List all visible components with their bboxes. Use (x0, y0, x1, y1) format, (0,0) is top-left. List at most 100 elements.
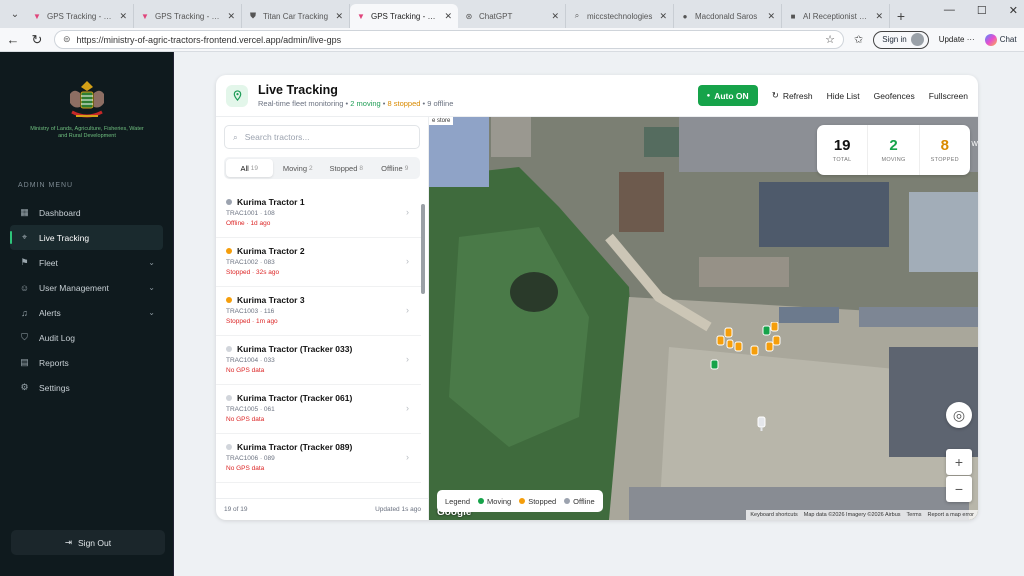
sidebar-item-alerts[interactable]: ♫ Alerts ⌄ (10, 300, 163, 325)
list-item[interactable]: Kurima Tractor (Tracker 061) TRAC1005 · 0… (216, 385, 421, 434)
chevron-right-icon: › (406, 305, 409, 315)
copilot-chat-button[interactable]: Chat (984, 33, 1017, 46)
legend-dot (519, 498, 526, 504)
filter-tab-moving[interactable]: Moving 2 (275, 159, 322, 177)
list-item[interactable]: Kurima Tractor 2 TRAC1002 · 083 Stopped · … (216, 238, 421, 287)
new-tab-button[interactable]: + (890, 8, 912, 24)
location-pin-icon (226, 84, 248, 107)
list-item[interactable]: Kurima Tractor (Tracker 089) TRAC1006 · 0… (216, 434, 421, 483)
tractor-status: Stopped · 32s ago (226, 269, 280, 276)
close-tab-icon[interactable]: ✕ (119, 11, 127, 22)
sign-out-button[interactable]: ⇥ Sign Out (11, 530, 165, 555)
close-tab-icon[interactable]: ✕ (875, 11, 883, 22)
address-bar-row: ← ↻ ⊜ https://ministry-of-agric-tractors… (0, 28, 1024, 52)
list-footer: 19 of 19 Updated 1s ago (216, 498, 429, 520)
sign-out-label: Sign Out (78, 537, 112, 548)
tab-title: miccstechnologies (587, 11, 653, 21)
auto-refresh-toggle[interactable]: ● Auto ON (697, 85, 758, 106)
page-subtitle: Real-time fleet monitoring • 2 moving • … (258, 99, 454, 108)
search-icon: ⌕ (233, 131, 238, 142)
browser-tab[interactable]: ▼ GPS Tracking - Mini ✕ (350, 4, 458, 28)
sidebar-item-settings[interactable]: ⚙ Settings (10, 375, 163, 400)
tractor-name-row: Kurima Tractor (Tracker 061) (226, 393, 411, 403)
map-attribution: Keyboard shortcuts Map data ©2026 Imagery… (746, 510, 978, 520)
zoom-out-button[interactable]: − (946, 476, 972, 502)
tractor-icon: ⚑ (20, 257, 29, 267)
filter-count: 19 (250, 164, 259, 172)
close-tab-icon[interactable]: ✕ (335, 11, 343, 22)
browser-tab[interactable]: ▼ GPS Tracking - Mini ✕ (26, 4, 134, 28)
tab-search-chevron-icon[interactable]: ⌄ (4, 3, 26, 25)
bookmark-star-icon[interactable]: ☆ (825, 33, 835, 46)
url-field[interactable]: ⊜ https://ministry-of-agric-tractors-fro… (54, 30, 844, 49)
stat-value: 2 (889, 137, 898, 154)
back-arrow-icon[interactable]: ← (6, 32, 20, 47)
tractor-markers[interactable] (709, 322, 789, 377)
auto-label: Auto ON (714, 90, 749, 101)
close-tab-icon[interactable]: ✕ (444, 11, 452, 22)
browser-tab[interactable]: ⊛ ChatGPT ✕ (458, 4, 566, 28)
browser-tab[interactable]: ▼ GPS Tracking - Mini ✕ (134, 4, 242, 28)
stat-label: STOPPED (930, 157, 959, 163)
sidebar-item-user-management[interactable]: ☺ User Management ⌄ (10, 275, 163, 300)
tractor-name-row: Kurima Tractor 3 (226, 295, 411, 305)
close-window-button[interactable]: ✕ (1009, 4, 1018, 17)
sidebar-item-dashboard[interactable]: ▦ Dashboard (10, 200, 163, 225)
sidebar-item-reports[interactable]: ▤ Reports (10, 350, 163, 375)
close-tab-icon[interactable]: ✕ (767, 11, 775, 22)
reload-icon[interactable]: ↻ (30, 32, 44, 48)
attribution-item[interactable]: Report a map error (928, 512, 974, 518)
chevron-right-icon: › (406, 207, 409, 217)
legend-dot (564, 498, 571, 504)
search-input[interactable]: Search tractors... (245, 132, 310, 142)
stat-label: TOTAL (832, 157, 852, 163)
fullscreen-button[interactable]: Fullscreen (929, 91, 968, 101)
sign-in-button[interactable]: Sign in (873, 30, 929, 49)
live-tracking-card: Live Tracking Real-time fleet monitoring… (216, 75, 978, 520)
hide-list-button[interactable]: Hide List (827, 91, 860, 101)
close-tab-icon[interactable]: ✕ (227, 11, 235, 22)
offline-marker[interactable] (757, 415, 767, 433)
zoom-in-button[interactable]: + (946, 449, 972, 475)
app-icon: ■ (790, 11, 796, 21)
browser-tab[interactable]: ● Macdonald Saros ✕ (674, 4, 782, 28)
satellite-map[interactable]: e store W 19 TOTAL 2 MOVING 8 STOPPED ◎ … (429, 117, 978, 520)
map-edge-label: W (971, 141, 978, 148)
sidebar-item-audit-log[interactable]: ⛉ Audit Log (10, 325, 163, 350)
filter-tab-offline[interactable]: Offline 9 (372, 159, 419, 177)
sidebar-item-live-tracking[interactable]: ⌖ Live Tracking (10, 225, 163, 250)
favorites-icon[interactable]: ✩ (854, 33, 863, 46)
close-tab-icon[interactable]: ✕ (551, 11, 559, 22)
filter-tab-all[interactable]: All 19 (226, 159, 273, 177)
minimize-button[interactable]: — (944, 4, 955, 17)
attribution-item[interactable]: Terms (907, 512, 922, 518)
browser-tab[interactable]: ■ AI Receptionist Fea ✕ (782, 4, 890, 28)
maximize-button[interactable]: ☐ (977, 4, 987, 17)
gear-icon: ⚙ (20, 382, 29, 392)
chevron-down-icon: ⌄ (148, 258, 155, 267)
close-tab-icon[interactable]: ✕ (659, 11, 667, 22)
refresh-button[interactable]: ↻ Refresh (772, 90, 813, 101)
tractor-name: Kurima Tractor 1 (237, 197, 305, 207)
list-item[interactable]: Kurima Tractor 1 TRAC1001 · 108 Offline · … (216, 189, 421, 238)
search-box[interactable]: ⌕ Search tractors... (224, 125, 420, 149)
attribution-item[interactable]: Keyboard shortcuts (750, 512, 797, 518)
tractor-status: No GPS data (226, 367, 265, 374)
tractor-status: Stopped · 1m ago (226, 318, 278, 325)
filter-tab-stopped[interactable]: Stopped 8 (323, 159, 370, 177)
geofences-button[interactable]: Geofences (874, 91, 915, 101)
browser-tab[interactable]: ⛊ Titan Car Tracking ✕ (242, 4, 350, 28)
shield-icon: ⛉ (21, 332, 28, 342)
sign-out-icon: ⇥ (64, 537, 73, 547)
tab-title: GPS Tracking - Mini (155, 11, 223, 21)
list-item[interactable]: Kurima Tractor (Tracker 033) TRAC1004 · 0… (216, 336, 421, 385)
site-info-icon[interactable]: ⊜ (63, 34, 71, 45)
browser-tab[interactable]: ⌕ miccstechnologies ✕ (566, 4, 674, 28)
update-button[interactable]: Update ··· (939, 35, 975, 44)
stat-label: MOVING (881, 157, 906, 163)
sidebar-item-fleet[interactable]: ⚑ Fleet ⌄ (10, 250, 163, 275)
my-location-icon[interactable]: ◎ (946, 402, 972, 428)
list-scrollbar[interactable] (421, 204, 425, 294)
list-item[interactable]: Kurima Tractor 3 TRAC1003 · 116 Stopped · … (216, 287, 421, 336)
stat-value: 19 (833, 137, 851, 154)
